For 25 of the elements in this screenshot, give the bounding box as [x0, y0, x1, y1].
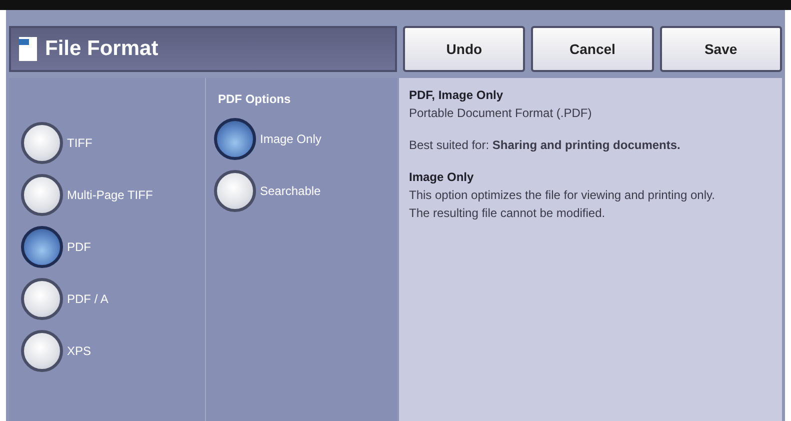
- option-label[interactable]: TIFF: [67, 134, 92, 152]
- toolbar-button[interactable]: Cancel: [531, 26, 654, 72]
- radio-button[interactable]: [214, 118, 256, 160]
- info-title: PDF, Image Only: [409, 87, 504, 104]
- radio-button[interactable]: [21, 122, 63, 164]
- radio-button[interactable]: [21, 278, 63, 320]
- option-label[interactable]: Searchable: [260, 182, 321, 200]
- section-heading: PDF Options: [218, 91, 292, 108]
- radio-button[interactable]: [21, 174, 63, 216]
- radio-button[interactable]: [214, 170, 256, 212]
- toolbar-button[interactable]: Undo: [403, 26, 526, 72]
- option-label[interactable]: PDF / A: [67, 290, 108, 308]
- window-title: File Format: [45, 36, 158, 62]
- info-text: Best suited for: Sharing and printing documents.: [409, 137, 682, 154]
- document-icon: [19, 37, 37, 61]
- option-label[interactable]: Multi-Page TIFF: [67, 186, 153, 204]
- option-label[interactable]: XPS: [67, 342, 92, 360]
- radio-button[interactable]: [21, 330, 63, 372]
- option-description: This option optimizes the file for viewing and printing only. The resulting file cannot be modified.: [409, 187, 716, 222]
- option-title: Image Only: [409, 169, 475, 186]
- option-label[interactable]: Image Only: [260, 130, 322, 148]
- option-label[interactable]: PDF: [67, 238, 91, 256]
- info-subtitle: Portable Document Format (.PDF): [409, 105, 593, 122]
- radio-button[interactable]: [21, 226, 63, 268]
- toolbar-button[interactable]: Save: [660, 26, 782, 72]
